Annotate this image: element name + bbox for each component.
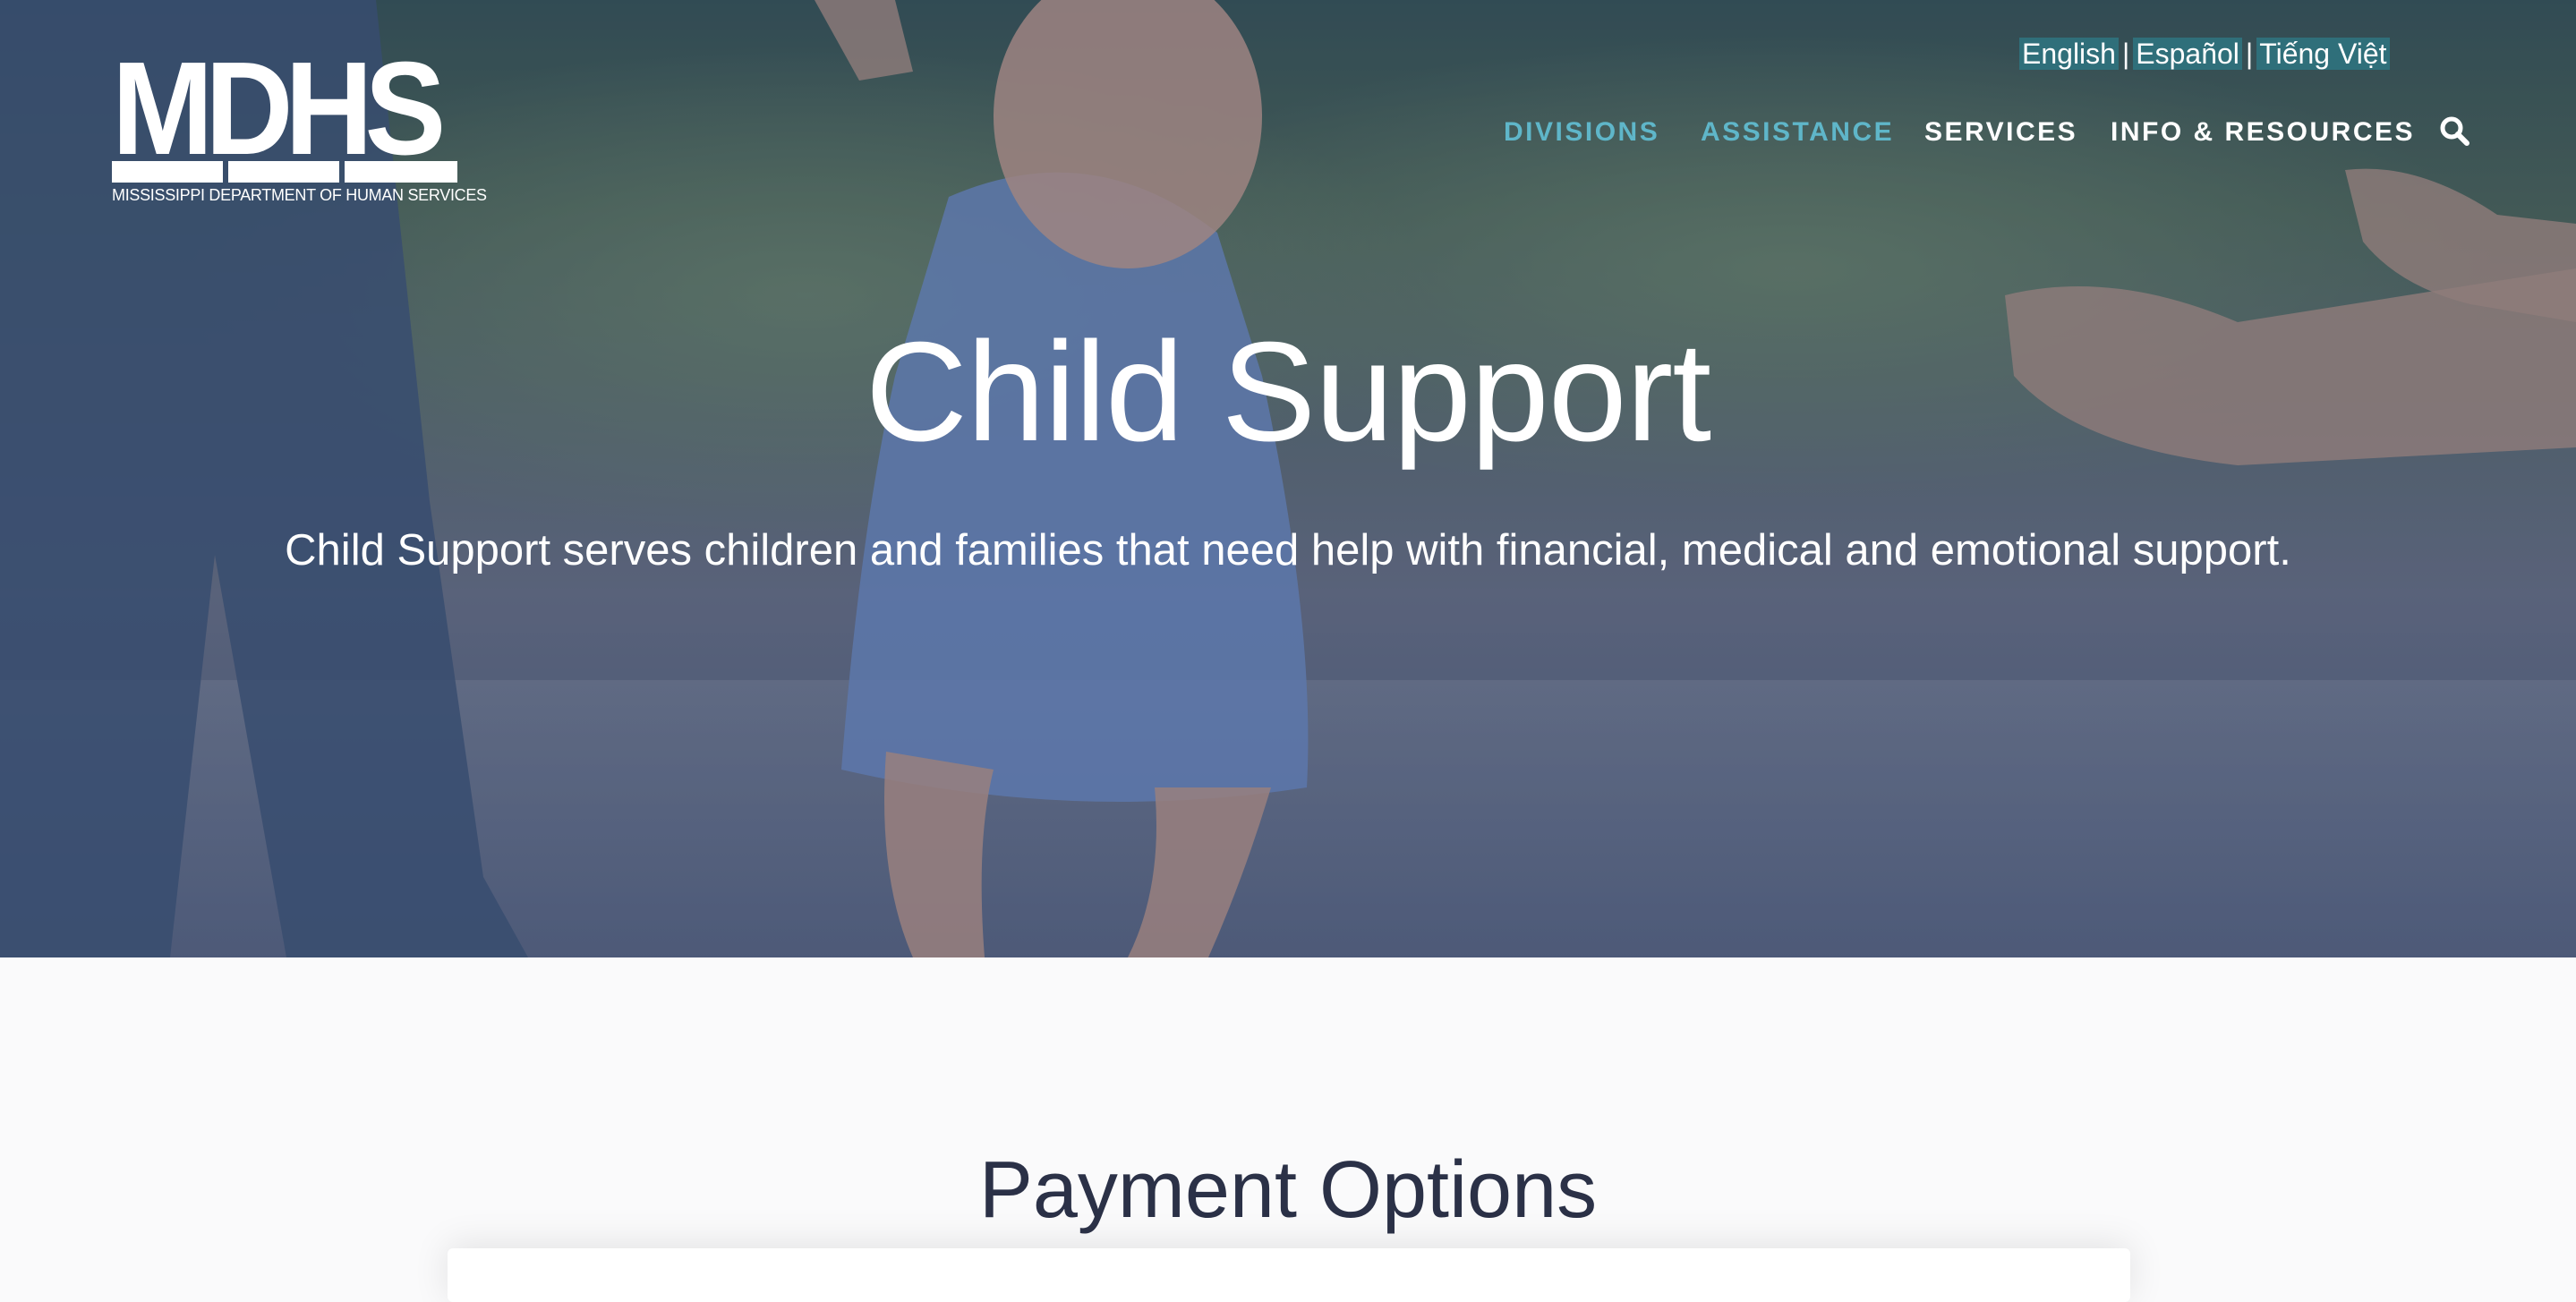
language-espanol-link[interactable]: Español [2133, 38, 2242, 70]
nav-item-assistance[interactable]: ASSISTANCE [1701, 111, 1894, 154]
logo-subtitle: MISSISSIPPI DEPARTMENT OF HUMAN SERVICES [112, 186, 487, 204]
language-english-link[interactable]: English [2019, 38, 2119, 70]
nav-item-divisions[interactable]: DIVISIONS [1504, 111, 1659, 154]
language-separator: | [2245, 38, 2254, 70]
hero-subtitle: Child Support serves children and famili… [285, 526, 2291, 574]
logo-divider-bar [112, 161, 457, 183]
mdhs-logo[interactable]: MDHS MISSISSIPPI DEPARTMENT OF HUMAN SER… [112, 35, 487, 206]
language-separator: | [2121, 38, 2130, 70]
page-title: Child Support [865, 313, 1711, 471]
logo-wordmark: MDHS [112, 35, 446, 183]
section-title-payment-options: Payment Options [978, 1145, 1598, 1235]
search-icon[interactable] [2438, 115, 2470, 147]
language-switcher: English | Español | Tiếng Việt [2019, 34, 2390, 73]
payment-options-card [448, 1248, 2130, 1302]
nav-item-services[interactable]: SERVICES [1924, 111, 2077, 154]
language-vietnamese-link[interactable]: Tiếng Việt [2256, 38, 2390, 70]
nav-item-info-resources[interactable]: INFO & RESOURCES [2111, 111, 2415, 154]
